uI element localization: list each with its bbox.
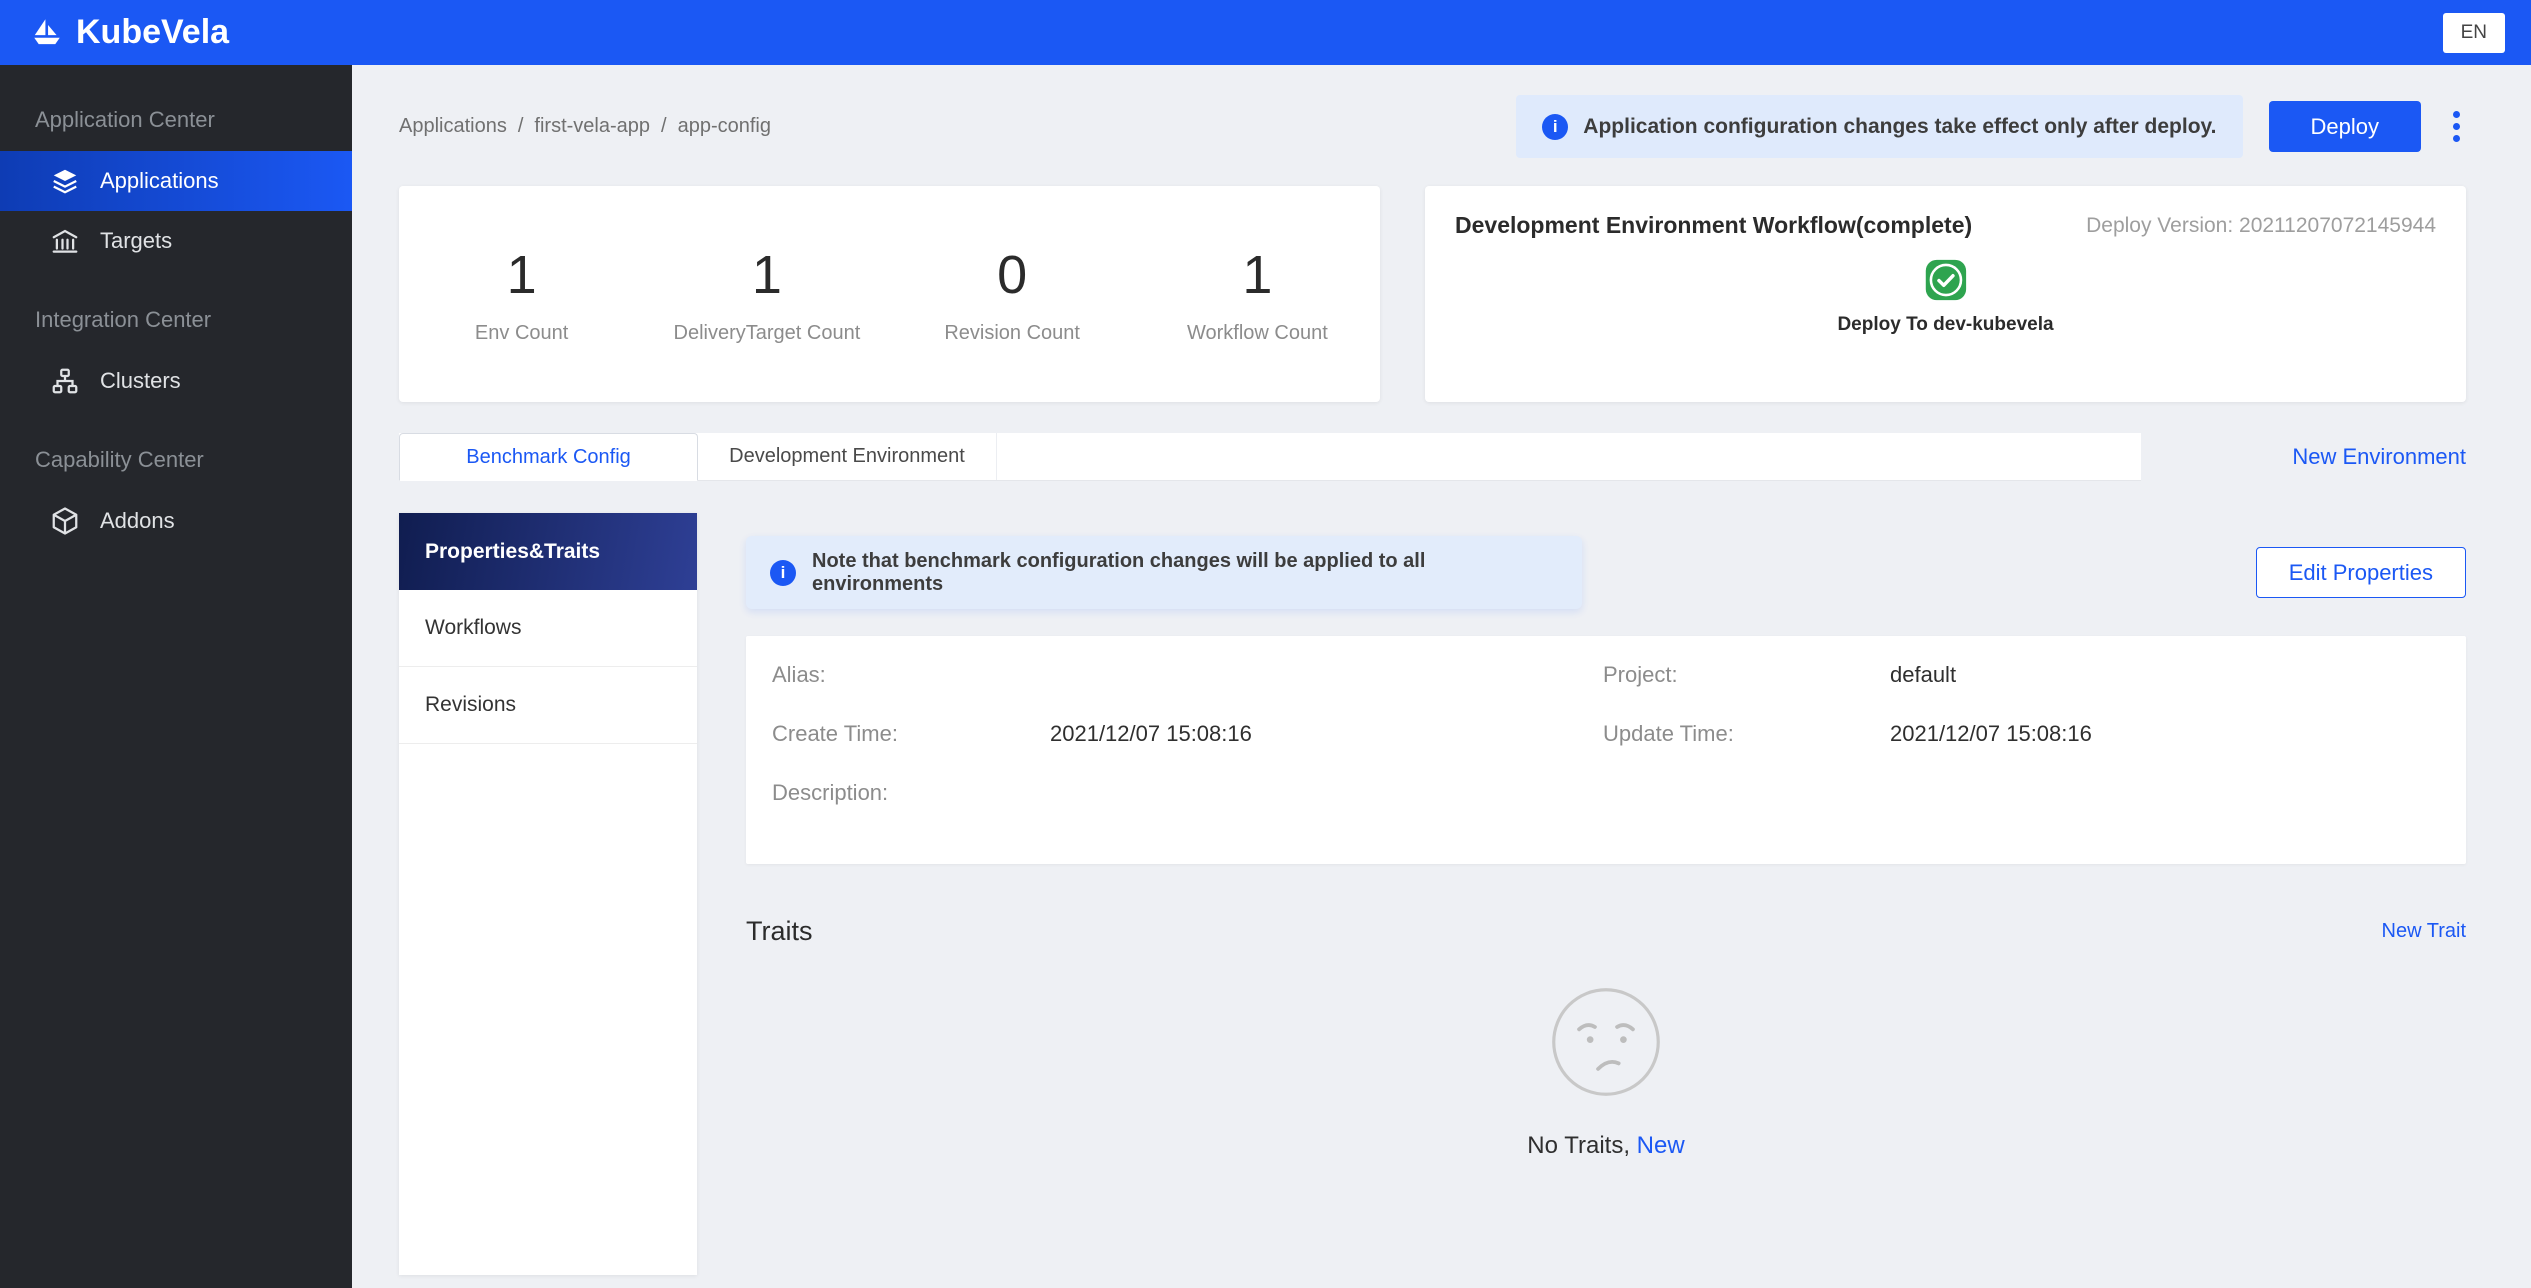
alias-label: Alias:	[772, 662, 826, 687]
sidebar-item-clusters[interactable]: Clusters	[0, 351, 352, 411]
tab-benchmark-config[interactable]: Benchmark Config	[399, 433, 698, 481]
stat-value: 0	[997, 244, 1028, 305]
sidebar-section-capability-center: Capability Center	[35, 447, 204, 472]
stat-label: Env Count	[474, 321, 569, 344]
sidebar-item-applications[interactable]: Applications	[0, 151, 352, 211]
stat-value: 1	[506, 244, 537, 305]
sidebar-item-targets[interactable]: Targets	[0, 211, 352, 271]
subnav-item-properties-traits[interactable]: Properties&Traits	[399, 513, 697, 590]
breadcrumb-app-config[interactable]: app-config	[678, 115, 771, 138]
traits-empty-state: No Traits, New	[746, 985, 2466, 1160]
breadcrumb: Applications / first-vela-app / app-conf…	[399, 115, 771, 138]
sidebar: Application Center Applications Targets	[0, 65, 352, 1288]
edit-properties-button[interactable]: Edit Properties	[2255, 547, 2466, 598]
update-time-label: Update Time:	[1603, 721, 1734, 746]
targets-icon	[50, 226, 80, 256]
language-button[interactable]: EN	[2442, 12, 2505, 53]
empty-face-icon	[1549, 985, 1663, 1104]
deploy-info-alert: i Application configuration changes take…	[1516, 95, 2243, 158]
properties-panel: i Note that benchmark configuration chan…	[746, 513, 2466, 1160]
workflow-card: Development Environment Workflow(complet…	[1425, 186, 2466, 402]
workflow-title: Development Environment Workflow(complet…	[1455, 212, 1973, 238]
config-subnav: Properties&Traits Workflows Revisions	[399, 513, 697, 1275]
clusters-icon	[50, 366, 80, 396]
sidebar-section-integration-center: Integration Center	[35, 307, 212, 332]
deploy-version: Deploy Version: 20211207072145944	[2086, 213, 2436, 237]
properties-card: Alias: Project: default Create Time: 202…	[746, 636, 2466, 864]
project-value: default	[1890, 662, 1957, 687]
create-time-label: Create Time:	[772, 721, 898, 746]
stat-workflow-count: 1 Workflow Count	[1135, 244, 1380, 345]
stat-revision-count: 0 Revision Count	[890, 244, 1135, 345]
stat-value: 1	[1242, 244, 1273, 305]
subnav-item-workflows[interactable]: Workflows	[399, 590, 697, 667]
stat-env-count: 1 Env Count	[399, 244, 644, 345]
info-icon: i	[770, 559, 796, 586]
deploy-info-alert-text: Application configuration changes take e…	[1583, 114, 2217, 138]
project-label: Project:	[1603, 662, 1678, 687]
tab-development-environment[interactable]: Development Environment	[698, 433, 997, 480]
breadcrumb-first-vela-app[interactable]: first-vela-app	[534, 115, 650, 138]
no-traits-text: No Traits,	[1527, 1132, 1630, 1159]
check-success-icon	[1923, 258, 1967, 302]
update-time-value: 2021/12/07 15:08:16	[1890, 721, 2092, 746]
kubevela-logo-icon	[30, 16, 64, 50]
deploy-button[interactable]: Deploy	[2268, 101, 2421, 152]
sidebar-section-application-center: Application Center	[35, 107, 215, 132]
benchmark-note-text: Note that benchmark configuration change…	[812, 549, 1426, 595]
stats-card: 1 Env Count 1 DeliveryTarget Count 0 Rev…	[399, 186, 1380, 402]
more-actions-menu-icon[interactable]	[2447, 103, 2466, 150]
layers-icon	[50, 166, 80, 196]
stat-deliverytarget-count: 1 DeliveryTarget Count	[644, 244, 889, 345]
environment-tabs: Benchmark Config Development Environment…	[399, 433, 2466, 481]
benchmark-note-alert: i Note that benchmark configuration chan…	[746, 536, 1582, 609]
topbar: KubeVela EN	[0, 0, 2531, 65]
sidebar-item-label: Targets	[100, 228, 173, 253]
sidebar-item-label: Clusters	[100, 368, 181, 393]
workflow-step-deploy[interactable]: Deploy To dev-kubevela	[1837, 258, 2054, 336]
create-time-value: 2021/12/07 15:08:16	[1050, 721, 1252, 746]
breadcrumb-separator: /	[517, 115, 524, 137]
sidebar-item-label: Addons	[100, 508, 175, 533]
breadcrumb-applications[interactable]: Applications	[399, 115, 507, 138]
new-trait-link[interactable]: New Trait	[2382, 920, 2466, 943]
description-label: Description:	[772, 780, 889, 805]
breadcrumb-separator: /	[661, 115, 667, 137]
addons-icon	[50, 506, 80, 536]
sidebar-item-addons[interactable]: Addons	[0, 491, 352, 551]
stat-label: Workflow Count	[1186, 321, 1328, 344]
kubevela-brand[interactable]: KubeVela	[30, 13, 229, 52]
new-environment-link[interactable]: New Environment	[2141, 433, 2466, 481]
traits-title: Traits	[746, 916, 813, 946]
sidebar-item-label: Applications	[100, 168, 219, 193]
info-icon: i	[1542, 113, 1569, 140]
stat-label: Revision Count	[944, 321, 1080, 344]
new-trait-inline-link[interactable]: New	[1637, 1132, 1685, 1159]
stat-value: 1	[751, 244, 782, 305]
workflow-step-label: Deploy To dev-kubevela	[1837, 314, 2054, 335]
stat-label: DeliveryTarget Count	[673, 321, 861, 344]
brand-title: KubeVela	[76, 13, 230, 51]
subnav-item-revisions[interactable]: Revisions	[399, 667, 697, 744]
main-content: Applications / first-vela-app / app-conf…	[352, 65, 2531, 1288]
